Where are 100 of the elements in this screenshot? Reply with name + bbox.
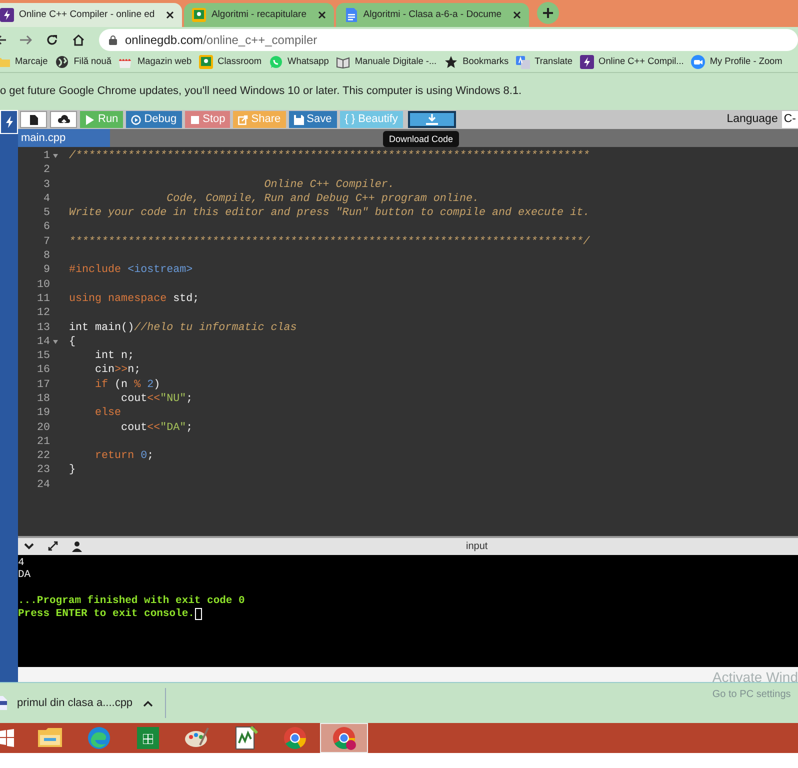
lightning-icon xyxy=(580,55,594,69)
download-item[interactable]: primul din clasa a....cpp xyxy=(0,688,166,718)
activation-notice: Activate Wind xyxy=(712,669,798,686)
chat-icon xyxy=(268,55,283,69)
line-number: 9 xyxy=(43,263,50,278)
bookmark[interactable]: Whatsapp xyxy=(268,55,329,69)
line-number: 1 xyxy=(43,148,50,164)
code-line: int main()//helo tu informatic clas xyxy=(69,320,297,335)
store-icon xyxy=(135,725,161,751)
bookmark[interactable]: Online C++ Compil... xyxy=(580,55,684,69)
code-line: Write your code in this editor and press "Run" button to compile and execute it. xyxy=(69,206,590,220)
line-number: 3 xyxy=(43,178,50,192)
code-line: return 0; xyxy=(94,449,154,464)
line-number: 20 xyxy=(36,420,50,435)
bookmark[interactable]: My Profile - Zoom xyxy=(690,55,782,69)
stop-icon xyxy=(190,114,200,125)
line-number: 19 xyxy=(36,406,50,421)
line-number: 11 xyxy=(36,292,50,306)
chevron-down-icon[interactable] xyxy=(24,542,34,550)
code-line: *******************************************************************************/ xyxy=(69,234,590,250)
star-icon xyxy=(444,55,458,69)
code-line: if (n % 2) xyxy=(94,378,160,392)
language-label: Language xyxy=(726,112,778,128)
browser-tab[interactable]: Algoritmi - Clasa a-6-a - Docume xyxy=(336,3,529,27)
chrome-icon xyxy=(282,725,308,751)
forward-arrow-icon[interactable] xyxy=(20,34,32,44)
code-line: using namespace std; xyxy=(69,292,200,306)
browser-tab[interactable]: Algoritmi - recapitulare xyxy=(184,3,334,27)
translate-icon xyxy=(516,55,530,69)
classroom-icon xyxy=(198,55,213,69)
download-button[interactable] xyxy=(408,111,456,128)
console-title: input xyxy=(466,540,488,554)
bookmark[interactable]: Magazin web xyxy=(118,55,192,69)
url-text: onlinegdb.com/online_c++_compiler xyxy=(125,32,318,48)
share-icon xyxy=(238,114,248,125)
chrome-icon xyxy=(331,725,357,751)
new-file-button[interactable] xyxy=(20,111,47,128)
browser-tab[interactable]: Online C++ Compiler - online ed xyxy=(0,3,182,27)
language-select[interactable]: C- xyxy=(782,111,798,128)
new-tab-button[interactable] xyxy=(536,2,559,24)
video-camera-icon xyxy=(690,55,705,69)
line-number: 24 xyxy=(36,478,50,492)
line-number: 10 xyxy=(36,278,50,292)
line-number: 4 xyxy=(43,192,50,206)
expand-icon[interactable] xyxy=(48,541,58,552)
bookmark[interactable]: Marcaje xyxy=(0,55,48,69)
windows-logo-icon[interactable] xyxy=(0,729,14,747)
file-tab[interactable]: main.cpp xyxy=(18,129,110,147)
line-number: 8 xyxy=(43,249,50,264)
address-field[interactable]: onlinegdb.com/online_c++_compiler xyxy=(99,28,798,50)
reload-icon[interactable] xyxy=(46,34,58,46)
plus-icon xyxy=(542,8,553,18)
line-number: 16 xyxy=(36,363,50,378)
taskbar-app-button[interactable] xyxy=(320,723,368,753)
code-line: #include <iostream> xyxy=(69,263,193,278)
code-line: cout<<"NU"; xyxy=(120,392,193,406)
download-filename: primul din clasa a....cpp xyxy=(17,696,133,711)
code-line: else xyxy=(94,406,122,421)
download-icon xyxy=(426,114,438,126)
close-icon[interactable] xyxy=(512,11,521,19)
line-number: 15 xyxy=(36,349,50,364)
lock-icon xyxy=(109,34,117,44)
save-button[interactable]: Save xyxy=(288,111,337,128)
debug-button[interactable]: Debug xyxy=(126,111,182,128)
close-icon[interactable] xyxy=(318,11,326,19)
home-icon[interactable] xyxy=(72,34,85,46)
line-number: 23 xyxy=(36,463,50,478)
line-number: 22 xyxy=(36,449,50,464)
console-text: 4 xyxy=(18,556,24,570)
upload-button[interactable] xyxy=(50,111,77,128)
notepad-icon xyxy=(233,725,259,751)
line-number: 7 xyxy=(43,234,50,250)
classroom-icon xyxy=(192,8,206,22)
code-line: Code, Compile, Run and Debug C++ program online. xyxy=(166,192,479,206)
fold-arrow-icon[interactable] xyxy=(52,154,58,158)
line-number: 12 xyxy=(36,306,50,321)
line-number: 21 xyxy=(36,434,50,450)
bookmark[interactable]: Filă nouă xyxy=(54,55,112,69)
code-line: Online C++ Compiler. xyxy=(263,178,394,192)
fold-arrow-icon[interactable] xyxy=(52,340,58,344)
caret-up-icon[interactable] xyxy=(142,700,153,706)
console-text: Press ENTER to exit console. xyxy=(18,608,194,621)
code-line: } xyxy=(69,463,76,478)
bookmark[interactable]: Translate xyxy=(516,55,573,69)
console-text: ...Program finished with exit code 0 xyxy=(18,594,245,608)
close-icon[interactable] xyxy=(166,11,174,19)
line-number: 6 xyxy=(43,220,50,235)
code-line: cout<<"DA"; xyxy=(120,420,193,435)
update-notice: o get future Google Chrome updates, you'll need Windows 10 or later. This computer is using Windows 8.1. xyxy=(0,84,522,100)
bookmark[interactable]: Manuale Digitale -... xyxy=(336,55,437,69)
edge-icon xyxy=(86,725,112,751)
line-number: 18 xyxy=(36,392,50,406)
bookmark[interactable]: Classroom xyxy=(198,55,262,69)
document-icon xyxy=(344,8,358,22)
line-number: 5 xyxy=(43,206,50,220)
bookmark[interactable]: Bookmarks xyxy=(444,55,509,69)
lightning-icon[interactable] xyxy=(5,116,13,128)
user-icon[interactable] xyxy=(72,540,82,552)
code-line: int n; xyxy=(94,349,134,364)
book-icon xyxy=(336,55,350,69)
